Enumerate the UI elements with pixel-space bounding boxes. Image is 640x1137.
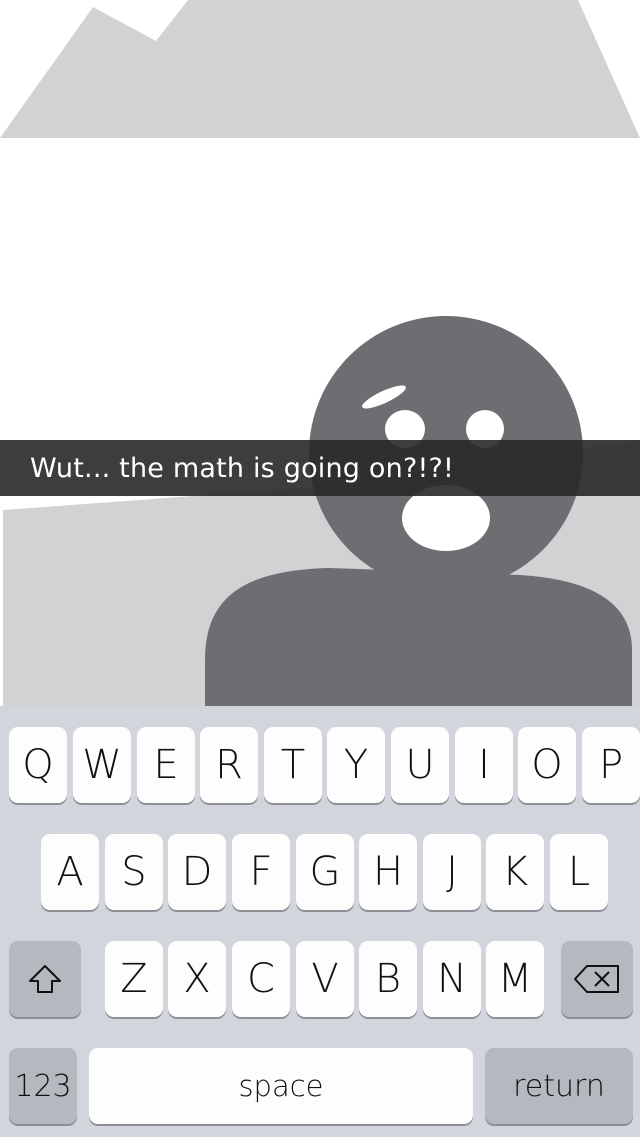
return-key[interactable]: return bbox=[485, 1048, 633, 1124]
shift-icon bbox=[28, 964, 62, 994]
key-k[interactable]: K bbox=[486, 834, 544, 910]
key-r[interactable]: R bbox=[200, 727, 258, 803]
key-g[interactable]: G bbox=[296, 834, 354, 910]
key-t[interactable]: T bbox=[264, 727, 322, 803]
key-s[interactable]: S bbox=[105, 834, 163, 910]
key-a[interactable]: A bbox=[41, 834, 99, 910]
figure-body bbox=[205, 568, 632, 706]
key-p[interactable]: P bbox=[582, 727, 640, 803]
cartoon-scene bbox=[0, 0, 640, 706]
delete-key[interactable] bbox=[561, 941, 633, 1017]
key-j[interactable]: J bbox=[423, 834, 481, 910]
numbers-key[interactable]: 123 bbox=[9, 1048, 77, 1124]
key-z[interactable]: Z bbox=[105, 941, 163, 1017]
key-f[interactable]: F bbox=[232, 834, 290, 910]
key-o[interactable]: O bbox=[518, 727, 576, 803]
key-e[interactable]: E bbox=[137, 727, 195, 803]
key-b[interactable]: B bbox=[359, 941, 417, 1017]
key-v[interactable]: V bbox=[296, 941, 354, 1017]
key-c[interactable]: C bbox=[232, 941, 290, 1017]
key-h[interactable]: H bbox=[359, 834, 417, 910]
key-d[interactable]: D bbox=[168, 834, 226, 910]
key-l[interactable]: L bbox=[550, 834, 608, 910]
roof-shape bbox=[0, 0, 640, 138]
caption-bar[interactable]: Wut... the math is going on?!?! bbox=[0, 440, 640, 496]
key-y[interactable]: Y bbox=[327, 727, 385, 803]
key-i[interactable]: I bbox=[455, 727, 513, 803]
camera-preview bbox=[0, 0, 640, 706]
keyboard: Q W E R T Y U I O P A S D F G H J K L Z … bbox=[0, 706, 640, 1137]
key-m[interactable]: M bbox=[486, 941, 544, 1017]
key-w[interactable]: W bbox=[73, 727, 131, 803]
delete-icon bbox=[573, 964, 621, 994]
shift-key[interactable] bbox=[9, 941, 81, 1017]
space-key[interactable]: space bbox=[89, 1048, 473, 1124]
key-u[interactable]: U bbox=[391, 727, 449, 803]
key-x[interactable]: X bbox=[168, 941, 226, 1017]
caption-text: Wut... the math is going on?!?! bbox=[30, 452, 455, 484]
key-q[interactable]: Q bbox=[9, 727, 67, 803]
key-n[interactable]: N bbox=[423, 941, 481, 1017]
